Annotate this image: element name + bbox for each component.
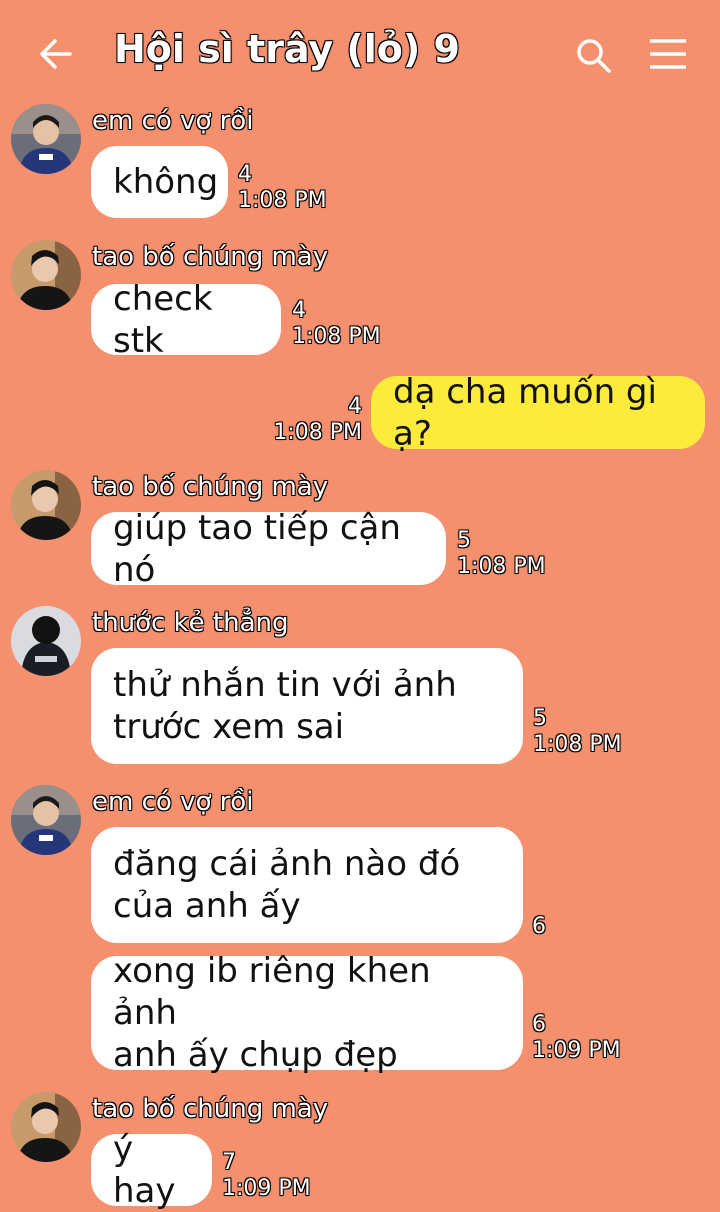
message-bubble[interactable]: đăng cái ảnh nào đó của anh ấy: [91, 827, 523, 943]
unread-count: 7: [222, 1150, 236, 1175]
avatar-photo: [11, 785, 81, 855]
avatar-photo: [11, 104, 81, 174]
avatar[interactable]: [11, 470, 81, 540]
avatar[interactable]: [11, 606, 81, 676]
message-meta: 6 1:09 PM: [532, 1012, 621, 1064]
unread-count: 6: [532, 914, 546, 939]
avatar-photo: [11, 606, 81, 676]
message-meta: 7 1:09 PM: [222, 1150, 311, 1202]
sender-name: em có vợ rồi: [92, 787, 254, 817]
message-time: 1:08 PM: [457, 554, 546, 579]
unread-count: 5: [457, 528, 471, 553]
sender-name: em có vợ rồi: [92, 106, 254, 136]
message-meta: 5 1:08 PM: [533, 706, 622, 758]
message-meta: 4 1:08 PM: [238, 162, 327, 214]
message-time: 1:08 PM: [238, 188, 327, 213]
message-time: 1:08 PM: [273, 420, 362, 445]
back-arrow-icon[interactable]: [36, 34, 76, 74]
message-bubble-outgoing[interactable]: dạ cha muốn gì ạ?: [371, 372, 705, 454]
message-bubble[interactable]: ý hay: [91, 1129, 212, 1211]
message-meta: 5 1:08 PM: [457, 528, 546, 580]
avatar-photo: [11, 240, 81, 310]
message-meta: 4 1:08 PM: [292, 298, 381, 350]
search-icon[interactable]: [574, 36, 612, 74]
sender-name: thước kẻ thẳng: [92, 608, 289, 638]
sender-name: tao bố chúng mày: [92, 472, 329, 502]
message-time: 1:08 PM: [533, 732, 622, 757]
unread-count: 5: [533, 706, 547, 731]
chat-header: Hội sì trây (lỏ) 9: [0, 0, 720, 100]
message-bubble[interactable]: thử nhắn tin với ảnh trước xem sai: [91, 648, 523, 764]
message-time: 1:08 PM: [292, 324, 381, 349]
avatar[interactable]: [11, 104, 81, 174]
avatar-photo: [11, 1092, 81, 1162]
avatar-photo: [11, 470, 81, 540]
menu-icon[interactable]: [648, 38, 688, 70]
unread-count: 4: [348, 394, 362, 419]
avatar[interactable]: [11, 1092, 81, 1162]
sender-name: tao bố chúng mày: [92, 242, 329, 272]
unread-count: 4: [292, 298, 306, 323]
message-bubble[interactable]: giúp tao tiếp cận nó: [91, 508, 446, 590]
unread-count: 6: [532, 1012, 546, 1037]
message-meta: 4 1:08 PM: [272, 394, 362, 446]
unread-count: 4: [238, 162, 252, 187]
message-bubble[interactable]: không: [91, 146, 228, 218]
avatar[interactable]: [11, 240, 81, 310]
message-bubble[interactable]: xong ib riêng khen ảnh anh ấy chụp đẹp: [91, 951, 523, 1075]
sender-name: tao bố chúng mày: [92, 1094, 329, 1124]
message-meta: 6: [532, 914, 546, 940]
message-time: 1:09 PM: [222, 1176, 311, 1201]
message-bubble[interactable]: check stk: [91, 279, 281, 361]
message-time: 1:09 PM: [532, 1038, 621, 1063]
avatar[interactable]: [11, 785, 81, 855]
chat-title: Hội sì trây (lỏ) 9: [114, 27, 460, 71]
